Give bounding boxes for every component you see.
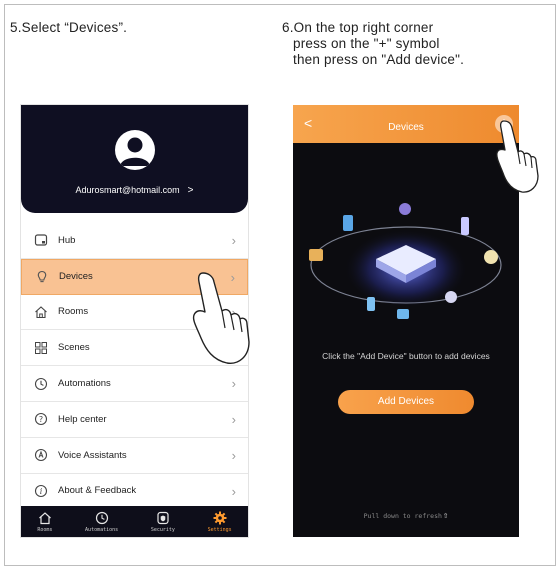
menu-item-label: About & Feedback (58, 485, 137, 497)
tab-label: Security (150, 526, 175, 533)
clock-icon (34, 377, 48, 391)
menu-item-about-feedback[interactable]: i About & Feedback › (21, 474, 248, 510)
tab-automations[interactable]: Automations (85, 511, 118, 533)
shield-icon (156, 511, 170, 525)
tab-security[interactable]: Security (151, 511, 175, 533)
tab-label: Automations (85, 526, 119, 533)
devices-illustration (309, 203, 502, 319)
chevron-right-icon: › (231, 376, 236, 392)
clock-icon (95, 511, 109, 525)
svg-text:?: ? (39, 415, 43, 424)
add-devices-button[interactable]: Add Devices (338, 390, 474, 414)
step-6-line-2: press on the "+" symbol (293, 36, 440, 51)
help-icon: ? (34, 412, 48, 426)
menu-item-label: Hub (58, 234, 76, 246)
home-icon (34, 305, 48, 319)
refresh-text: Pull down to refresh (363, 512, 442, 520)
step-6-caption: 6.On the top right corner press on the "… (282, 20, 464, 68)
menu-item-label: Scenes (58, 342, 90, 354)
step-5-caption: 5.Select “Devices”. (10, 20, 128, 35)
menu-item-label: Voice Assistants (58, 449, 127, 461)
arrow-up-icon: ⇧ (442, 511, 449, 521)
pull-to-refresh[interactable]: Pull down to refresh⇧ (293, 511, 519, 521)
voice-icon (34, 448, 48, 462)
tab-label: Settings (207, 526, 232, 533)
tab-settings[interactable]: Settings (208, 511, 232, 533)
menu-item-label: Help center (58, 413, 107, 425)
svg-text:i: i (40, 487, 43, 496)
scenes-icon (34, 341, 48, 355)
tab-label: Rooms (37, 526, 53, 533)
home-icon (38, 511, 52, 525)
step-6-line-3: then press on "Add device". (293, 52, 465, 67)
menu-item-label: Automations (58, 378, 111, 390)
pointing-hand-icon (496, 120, 539, 193)
chevron-right-icon: › (231, 447, 236, 463)
hub-icon (34, 233, 48, 247)
pointing-hand-icon (192, 272, 250, 364)
chevron-right-icon: › (231, 483, 236, 499)
menu-item-help-center[interactable]: ? Help center › (21, 402, 248, 438)
avatar-icon[interactable] (115, 130, 155, 170)
bulb-icon (35, 270, 49, 284)
menu-item-voice-assistants[interactable]: Voice Assistants › (21, 438, 248, 474)
devices-title: Devices (388, 122, 424, 133)
devices-header: < Devices + (293, 105, 519, 143)
bottom-tab-bar: Rooms Automations Security Settings (21, 506, 248, 537)
tab-rooms[interactable]: Rooms (37, 511, 52, 533)
menu-item-label: Devices (59, 271, 93, 283)
add-device-hint: Click the "Add Device" button to add dev… (322, 351, 490, 361)
info-icon: i (34, 484, 48, 498)
menu-item-automations[interactable]: Automations › (21, 366, 248, 402)
chevron-right-icon: › (231, 233, 236, 248)
gear-icon (213, 511, 227, 525)
chevron-right-icon: › (231, 411, 236, 427)
email-text: Adurosmart@hotmail.com (75, 185, 180, 195)
chevron-right-icon: > (187, 185, 194, 196)
menu-item-label: Rooms (58, 306, 89, 318)
account-email[interactable]: Adurosmart@hotmail.com > (21, 185, 248, 196)
devices-screen: < Devices + Click the "Add Device" butto… (293, 105, 519, 537)
profile-header[interactable]: Adurosmart@hotmail.com > (21, 105, 248, 213)
menu-item-hub[interactable]: Hub › (21, 223, 248, 259)
step-6-line-1: 6.On the top right corner (282, 20, 434, 35)
